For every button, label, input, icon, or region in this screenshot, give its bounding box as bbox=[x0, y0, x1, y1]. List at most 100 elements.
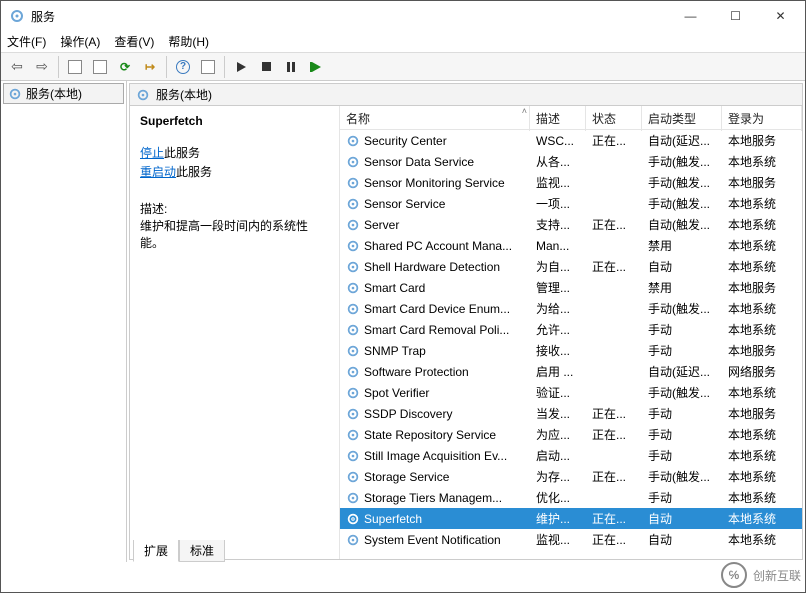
watermark: ℅ 创新互联 bbox=[721, 560, 801, 590]
col-startup[interactable]: 启动类型 bbox=[642, 106, 722, 131]
table-row[interactable]: Security CenterWSC...正在...自动(延迟...本地服务 bbox=[340, 130, 802, 151]
toolbar-separator bbox=[58, 56, 59, 78]
export-button[interactable]: ↦ bbox=[138, 55, 162, 79]
description-body: 维护和提高一段时间内的系统性能。 bbox=[140, 217, 329, 251]
table-row[interactable]: Shell Hardware Detection为自...正在...自动本地系统 bbox=[340, 256, 802, 277]
row-desc: Man... bbox=[530, 239, 586, 253]
table-row[interactable]: Storage Tiers Managem...优化...手动本地系统 bbox=[340, 487, 802, 508]
detail-pane-button[interactable] bbox=[63, 55, 87, 79]
table-row[interactable]: Storage Service为存...正在...手动(触发...本地系统 bbox=[340, 466, 802, 487]
row-desc: WSC... bbox=[530, 134, 586, 148]
row-desc: 监视... bbox=[530, 174, 586, 191]
menu-file[interactable]: 文件(F) bbox=[7, 33, 46, 50]
row-desc: 一项... bbox=[530, 195, 586, 212]
col-desc[interactable]: 描述 bbox=[530, 106, 586, 131]
start-button[interactable] bbox=[229, 55, 253, 79]
col-name[interactable]: 名称˄ bbox=[340, 106, 530, 131]
menu-help[interactable]: 帮助(H) bbox=[168, 33, 209, 50]
table-row[interactable]: SSDP Discovery当发...正在...手动本地服务 bbox=[340, 403, 802, 424]
row-name: System Event Notification bbox=[364, 533, 501, 547]
table-row[interactable]: Smart Card Device Enum...为给...手动(触发...本地… bbox=[340, 298, 802, 319]
services-list[interactable]: 名称˄ 描述 状态 启动类型 登录为 Security Center WSC...… bbox=[340, 106, 802, 559]
watermark-logo-icon: ℅ bbox=[721, 562, 747, 588]
row-logon: 网络服务 bbox=[722, 363, 802, 380]
service-gear-icon bbox=[346, 260, 360, 274]
service-gear-icon bbox=[346, 491, 360, 505]
row-status: 正在... bbox=[586, 216, 642, 233]
row-desc: 为给... bbox=[530, 300, 586, 317]
nav-forward-button[interactable]: ⇨ bbox=[30, 55, 54, 79]
table-row[interactable]: Shared PC Account Mana...Man...禁用本地系统 bbox=[340, 235, 802, 256]
menu-action[interactable]: 操作(A) bbox=[60, 33, 100, 50]
table-row[interactable]: Spot Verifier验证...手动(触发...本地系统 bbox=[340, 382, 802, 403]
pause-button[interactable] bbox=[279, 55, 303, 79]
service-gear-icon bbox=[346, 134, 360, 148]
table-row[interactable]: Server支持...正在...自动(触发...本地系统 bbox=[340, 214, 802, 235]
row-startup: 自动 bbox=[642, 531, 722, 548]
pane-header-label: 服务(本地) bbox=[156, 86, 212, 103]
maximize-button[interactable]: ☐ bbox=[713, 1, 758, 31]
row-name: Smart Card Device Enum... bbox=[364, 302, 510, 316]
row-startup: 自动 bbox=[642, 258, 722, 275]
col-status[interactable]: 状态 bbox=[586, 106, 642, 131]
table-row[interactable]: Smart Card Removal Poli...允许...手动本地系统 bbox=[340, 319, 802, 340]
tree-root-label: 服务(本地) bbox=[26, 85, 82, 102]
restart-button[interactable] bbox=[304, 55, 328, 79]
table-row[interactable]: State Repository Service为应...正在...手动本地系统 bbox=[340, 424, 802, 445]
row-logon: 本地系统 bbox=[722, 237, 802, 254]
table-row[interactable]: Sensor Monitoring Service监视...手动(触发...本地… bbox=[340, 172, 802, 193]
row-name: SNMP Trap bbox=[364, 344, 426, 358]
tab-extended[interactable]: 扩展 bbox=[133, 540, 179, 562]
close-button[interactable]: ✕ bbox=[758, 1, 803, 31]
list-header: 名称˄ 描述 状态 启动类型 登录为 bbox=[340, 106, 802, 130]
service-gear-icon bbox=[346, 344, 360, 358]
pane-tabs: 扩展 标准 bbox=[133, 540, 225, 562]
row-startup: 手动 bbox=[642, 426, 722, 443]
stop-link[interactable]: 停止 bbox=[140, 146, 164, 160]
minimize-button[interactable]: — bbox=[668, 1, 713, 31]
detail-panel: Superfetch 停止此服务 重启动此服务 描述: 维护和提高一段时间内的系… bbox=[130, 106, 340, 559]
description-label: 描述: bbox=[140, 200, 329, 217]
col-logon[interactable]: 登录为 bbox=[722, 106, 802, 131]
row-desc: 启动... bbox=[530, 447, 586, 464]
row-name: Security Center bbox=[364, 134, 447, 148]
row-name: Sensor Monitoring Service bbox=[364, 176, 505, 190]
row-startup: 手动(触发... bbox=[642, 195, 722, 212]
row-logon: 本地系统 bbox=[722, 426, 802, 443]
menubar: 文件(F) 操作(A) 查看(V) 帮助(H) bbox=[1, 31, 805, 53]
app-gear-icon bbox=[9, 8, 25, 24]
table-row[interactable]: Software Protection启用 ...自动(延迟...网络服务 bbox=[340, 361, 802, 382]
table-row[interactable]: Still Image Acquisition Ev...启动...手动本地系统 bbox=[340, 445, 802, 466]
row-status: 正在... bbox=[586, 258, 642, 275]
refresh-button[interactable]: ⟳ bbox=[113, 55, 137, 79]
tree-root-item[interactable]: 服务(本地) bbox=[3, 83, 124, 104]
table-row[interactable]: Smart Card管理...禁用本地服务 bbox=[340, 277, 802, 298]
service-gear-icon bbox=[346, 449, 360, 463]
row-name: SSDP Discovery bbox=[364, 407, 452, 421]
row-logon: 本地系统 bbox=[722, 258, 802, 275]
table-row[interactable]: Superfetch维护...正在...自动本地系统 bbox=[340, 508, 802, 529]
table-row[interactable]: System Event Notification监视...正在...自动本地系… bbox=[340, 529, 802, 550]
stop-button[interactable] bbox=[254, 55, 278, 79]
table-row[interactable]: SNMP Trap接收...手动本地服务 bbox=[340, 340, 802, 361]
menu-view[interactable]: 查看(V) bbox=[114, 33, 154, 50]
row-desc: 启用 ... bbox=[530, 363, 586, 380]
help-button[interactable]: ? bbox=[171, 55, 195, 79]
tree-pane: 服务(本地) bbox=[1, 81, 127, 562]
services-icon bbox=[136, 88, 150, 102]
services-icon bbox=[8, 87, 22, 101]
row-logon: 本地服务 bbox=[722, 342, 802, 359]
table-row[interactable]: Sensor Service一项...手动(触发...本地系统 bbox=[340, 193, 802, 214]
row-name: Server bbox=[364, 218, 399, 232]
restart-link[interactable]: 重启动 bbox=[140, 165, 176, 179]
service-gear-icon bbox=[346, 512, 360, 526]
tab-standard[interactable]: 标准 bbox=[179, 540, 225, 562]
row-name: Smart Card Removal Poli... bbox=[364, 323, 509, 337]
nav-back-button[interactable]: ⇦ bbox=[5, 55, 29, 79]
row-name: Smart Card bbox=[364, 281, 425, 295]
table-row[interactable]: Sensor Data Service从各...手动(触发...本地系统 bbox=[340, 151, 802, 172]
row-name: Sensor Service bbox=[364, 197, 445, 211]
list-pane-button[interactable] bbox=[88, 55, 112, 79]
properties-button[interactable] bbox=[196, 55, 220, 79]
row-desc: 维护... bbox=[530, 510, 586, 527]
